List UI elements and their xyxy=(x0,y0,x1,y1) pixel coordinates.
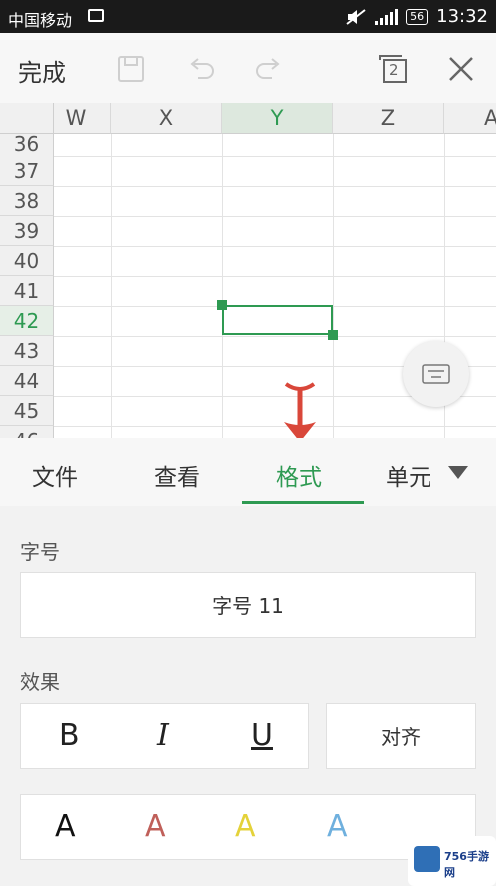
font-color-black[interactable]: A xyxy=(55,809,76,844)
grid-line xyxy=(54,216,496,217)
bold-button[interactable]: B xyxy=(59,718,80,753)
more-tabs-dropdown-icon[interactable] xyxy=(448,466,468,479)
redo-icon[interactable] xyxy=(252,52,286,86)
image-notification-icon xyxy=(88,9,104,22)
grid-corner-cover xyxy=(0,103,54,134)
watermark-logo: 756手游网 xyxy=(408,836,496,886)
row-header-45[interactable]: 45 xyxy=(0,396,54,426)
font-color-blue[interactable]: A xyxy=(327,809,348,844)
window-count: 2 xyxy=(389,61,399,79)
row-header-38[interactable]: 38 xyxy=(0,186,54,216)
grid-line xyxy=(54,186,496,187)
effects-section-label: 效果 xyxy=(20,670,60,694)
close-icon[interactable] xyxy=(444,52,478,86)
clock: 13:32 xyxy=(436,6,488,27)
watermark-cube-icon xyxy=(414,846,440,872)
row-header-40[interactable]: 40 xyxy=(0,246,54,276)
column-header-x[interactable]: X xyxy=(111,103,222,134)
font-color-yellow[interactable]: A xyxy=(235,809,256,844)
done-button[interactable]: 完成 xyxy=(18,53,66,88)
tab-file[interactable]: 文件 xyxy=(32,458,78,492)
selected-cell[interactable] xyxy=(222,305,333,335)
grid-line xyxy=(54,246,496,247)
signal-icon xyxy=(375,8,399,25)
top-toolbar: 完成 2 xyxy=(0,33,496,104)
battery-icon: 56 xyxy=(406,8,429,25)
tab-format[interactable]: 格式 xyxy=(276,458,322,492)
row-header-39[interactable]: 39 xyxy=(0,216,54,246)
column-header-aa[interactable]: A xyxy=(444,103,496,134)
arrow-down-annotation-icon xyxy=(284,382,316,442)
row-header-44[interactable]: 44 xyxy=(0,366,54,396)
grid-line xyxy=(54,156,496,157)
tab-view[interactable]: 查看 xyxy=(154,458,200,492)
selection-handle-bottom-right[interactable] xyxy=(328,330,338,340)
grid-line xyxy=(54,276,496,277)
watermark-text: 756手游网 xyxy=(444,850,489,879)
column-header-y[interactable]: Y xyxy=(222,103,333,134)
row-header-42[interactable]: 42 xyxy=(0,306,54,336)
status-bar: 中国移动 56 13:32 xyxy=(0,0,496,33)
grid-line xyxy=(333,134,334,438)
font-size-button[interactable]: 字号 11 xyxy=(20,572,476,638)
column-header-z[interactable]: Z xyxy=(333,103,444,134)
active-tab-indicator xyxy=(242,501,364,504)
italic-button[interactable]: I xyxy=(157,718,169,753)
spreadsheet-grid[interactable]: W X Y Z A 36 37 38 39 40 41 42 43 44 45 … xyxy=(0,103,496,438)
grid-line xyxy=(54,426,496,427)
align-button[interactable]: 对齐 xyxy=(326,703,476,769)
save-icon[interactable] xyxy=(114,52,148,86)
row-header-41[interactable]: 41 xyxy=(0,276,54,306)
grid-line xyxy=(111,134,112,438)
status-icons: 56 13:32 xyxy=(345,6,488,27)
keyboard-icon xyxy=(422,364,450,384)
row-header-46[interactable]: 46 xyxy=(0,426,54,438)
window-switch-icon[interactable]: 2 xyxy=(376,52,410,86)
format-panel: 字号 字号 11 效果 B I U 对齐 A A A A xyxy=(0,506,496,886)
ribbon-tabs: 文件 查看 格式 单元 xyxy=(0,438,496,507)
row-header-43[interactable]: 43 xyxy=(0,336,54,366)
tab-cell[interactable]: 单元 xyxy=(386,458,430,492)
mute-icon xyxy=(346,8,366,25)
grid-line xyxy=(54,336,496,337)
carrier-name: 中国移动 xyxy=(8,11,73,30)
undo-icon[interactable] xyxy=(184,52,218,86)
text-style-group: B I U xyxy=(20,703,309,769)
grid-line xyxy=(222,134,223,438)
underline-button[interactable]: U xyxy=(251,718,273,753)
keyboard-toggle-button[interactable] xyxy=(403,341,469,407)
font-color-red[interactable]: A xyxy=(145,809,166,844)
selection-handle-top-left[interactable] xyxy=(217,300,227,310)
font-size-section-label: 字号 xyxy=(20,540,60,564)
row-header-37[interactable]: 37 xyxy=(0,156,54,186)
